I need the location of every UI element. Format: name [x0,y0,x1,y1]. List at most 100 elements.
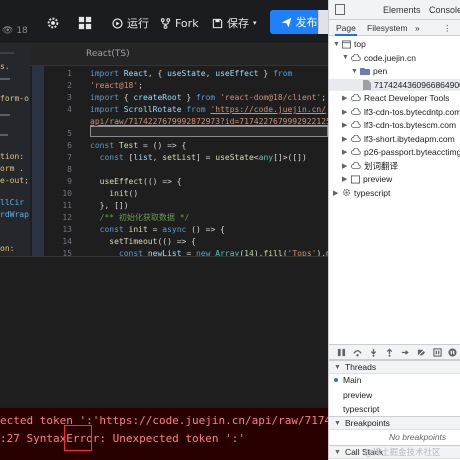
chevron-right-icon[interactable]: ▶ [342,148,348,156]
pause-circle-icon[interactable] [448,348,457,357]
code-line[interactable] [90,164,328,176]
code-token: any [258,153,274,162]
tab-filesystem[interactable]: Filesystem [367,23,408,33]
code-token: []>([]) [273,153,307,162]
chevron-down-icon[interactable]: ▼ [333,41,340,48]
breakpoints-section-header[interactable]: ▼ Breakpoints [329,416,460,430]
layout-button[interactable] [78,13,92,33]
tree-item[interactable]: ▶ lf3-short.ibytedapm.com [342,133,455,145]
step-icon[interactable] [401,348,410,357]
tree-item-label: lf3-cdn-tos.bytecdntp.com [364,106,460,117]
code-token: import [90,69,124,78]
chevron-right-icon[interactable]: ▶ [342,175,348,183]
pause-icon[interactable] [337,348,346,357]
tree-item[interactable]: ▶ typescript [333,187,390,199]
pause-on-exceptions-icon[interactable] [433,348,442,357]
panel-collapse-toggle[interactable] [318,10,328,34]
more-options-icon[interactable]: ⋮ [443,23,452,34]
sources-navigator-tabs: Page Filesystem » ⋮ [329,20,460,36]
tab-page[interactable]: Page [336,23,356,33]
code-line[interactable]: import ScrollRotate from 'https://code.j… [90,104,328,116]
tree-item[interactable]: ▶ preview [342,173,392,185]
cloud-icon [351,53,361,62]
chevron-down-icon[interactable]: ▼ [342,54,349,61]
deactivate-breakpoints-icon[interactable] [417,348,426,357]
cloud-icon [351,121,361,129]
code-token: 'react@18' [90,81,139,90]
code-line[interactable]: import React, { useState, useEffect } fr… [90,68,328,80]
divider [0,78,10,80]
code-token: useEffect [215,69,259,78]
console-panel: ected token ':'https://code.juejin.cn/ap… [0,256,328,460]
tab-console[interactable]: Console [429,5,460,15]
tree-item[interactable]: ▶ 划词翻译 [342,160,398,172]
code-line[interactable]: 'react@18'; [90,80,328,92]
more-tabs-button[interactable]: » [415,23,420,33]
run-button[interactable]: 运行 [112,13,149,33]
tab-react-ts[interactable]: React(TS) [86,49,130,59]
code-line[interactable]: setTimeout(() => { [90,236,328,248]
code-token: } [181,93,196,102]
chevron-down-icon[interactable]: ▼ [351,68,358,75]
tree-item[interactable]: ▶ lf3-cdn-tos.bytescm.com [342,119,456,131]
fork-button[interactable]: Fork [160,13,199,33]
code-token: = [147,225,163,234]
code-token: init [109,189,129,198]
code-line[interactable]: const [list, setList] = useState<any[]>(… [90,152,328,164]
code-token: const [99,225,129,234]
code-line[interactable]: import { createRoot } from 'react-dom@18… [90,92,328,104]
code-token: Test [118,141,139,150]
settings-button[interactable] [46,13,60,33]
code-token: useState [215,153,254,162]
chevron-right-icon[interactable]: ▶ [333,189,339,197]
tree-item[interactable]: ▼ pen [351,65,387,77]
code-line[interactable]: /** 初始化获取数据 */ [90,212,328,224]
chevron-right-icon[interactable]: ▶ [342,108,348,116]
code-line[interactable]: }, []) [90,200,328,212]
code-token: const [90,141,119,150]
gear-icon [47,17,59,29]
css-fragment: s. [0,62,10,71]
code-line[interactable]: const Test = () => { [90,140,328,152]
file-icon [363,79,371,90]
tab-elements[interactable]: Elements [383,5,421,15]
chevron-right-icon[interactable]: ▶ [342,135,348,143]
code-line[interactable]: init() [90,188,328,200]
tree-item[interactable]: 71742443609668649000 [329,78,460,91]
thread-item-typescript[interactable]: typescript [343,404,379,414]
devtools-tab-bar: Elements Console [329,0,460,20]
code-token: import [90,105,124,114]
tree-item[interactable]: ▼ top [333,38,366,50]
code-token: ScrollRotate [123,105,187,114]
tree-item[interactable]: ▼ code.juejin.cn [342,52,416,64]
breakpoints-label: Breakpoints [344,418,390,428]
threads-section-header[interactable]: ▼ Threads [329,360,460,374]
thread-item-preview[interactable]: preview [343,390,372,400]
code-content[interactable]: import React, { useState, useEffect } fr… [90,68,328,260]
line-numbers: 1 2 3 4 5 6 7 8 9 10 11 12 13 14 15 [46,68,72,260]
thread-item-main[interactable]: Main [343,375,361,385]
chevron-right-icon[interactable]: ▶ [342,121,348,129]
save-label: 保存 [227,17,249,30]
cloud-icon [351,94,361,102]
app-root: 👁 18 运行 Fork 保存 ▾ 发布 s. form-o tion: orm… [0,0,460,460]
line-number: 3 [67,93,72,102]
tree-item[interactable]: ▶ p26-passport.byteacctimg.c [342,146,460,158]
step-out-icon[interactable] [385,348,394,357]
code-token: createRoot [133,93,182,102]
dock-icon[interactable] [335,4,345,15]
step-into-icon[interactable] [369,348,378,357]
chevron-right-icon[interactable]: ▶ [342,94,348,102]
code-line[interactable]: useEffect(() => { [90,176,328,188]
code-line[interactable] [90,128,328,140]
chevron-right-icon[interactable]: ▶ [342,162,348,170]
code-line[interactable]: api/raw/7174227679992872973?id=717422767… [90,116,328,128]
save-button[interactable]: 保存 ▾ [212,13,257,33]
tree-item[interactable]: ▶ React Developer Tools [342,92,449,104]
code-line[interactable]: const init = async () => { [90,224,328,236]
code-token: useState [167,69,206,78]
tree-item[interactable]: ▶ lf3-cdn-tos.bytecdntp.com [342,106,460,118]
step-over-icon[interactable] [353,348,362,357]
